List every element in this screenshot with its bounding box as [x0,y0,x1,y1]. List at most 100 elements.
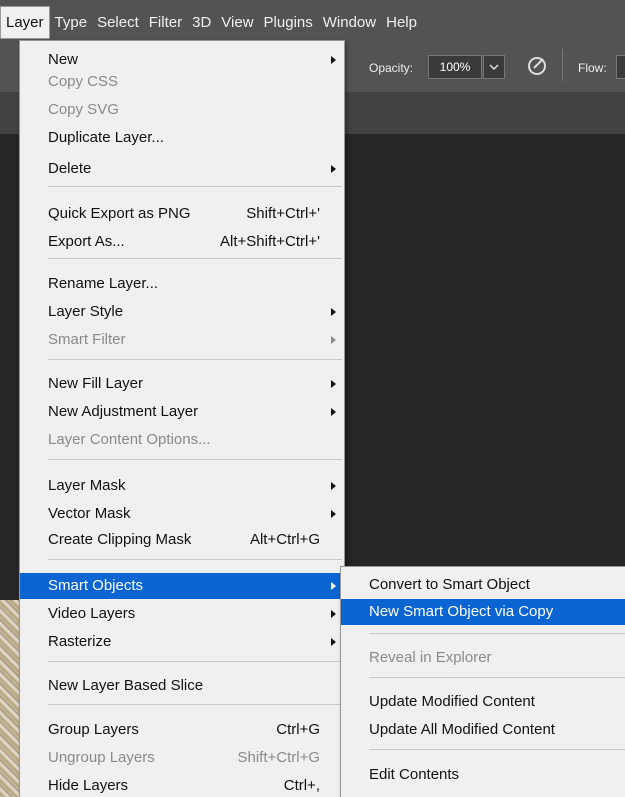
menu-item-video-layers[interactable]: Video Layers [20,601,344,627]
menu-item-shortcut: Shift+Ctrl+' [246,205,320,222]
menu-item-label: Smart Objects [48,577,144,594]
menu-item-create-clipping-mask[interactable]: Create Clipping Mask Alt+Ctrl+G [20,527,344,553]
menu-item-label: Smart Filter [48,331,126,348]
submenu-arrow-icon [331,582,336,590]
menu-item-label: Layer Mask [48,477,126,494]
menu-item-shortcut: Alt+Shift+Ctrl+' [220,233,320,250]
submenu-arrow-icon [331,308,336,316]
menu-item-label: Convert to Smart Object [369,576,530,593]
menu-3d[interactable]: 3D [187,6,216,39]
menu-select[interactable]: Select [92,6,144,39]
menu-item-smart-objects[interactable]: Smart Objects [20,573,344,599]
menu-item-label: Rename Layer... [48,275,159,292]
menu-separator [48,359,342,360]
submenu-arrow-icon [331,510,336,518]
menu-item-export-as[interactable]: Export As... Alt+Shift+Ctrl+' [20,229,344,255]
submenu-arrow-icon [331,610,336,618]
menu-item-layer-content-options: Layer Content Options... [20,427,344,453]
menu-bar: Layer Type Select Filter 3D View Plugins… [0,6,625,39]
menu-item-new-fill-layer[interactable]: New Fill Layer [20,371,344,397]
photoshop-window: Layer Type Select Filter 3D View Plugins… [0,0,625,797]
menu-item-edit-contents[interactable]: Edit Contents [341,762,625,788]
menu-separator [369,749,625,750]
menu-separator [48,559,342,560]
submenu-arrow-icon [331,408,336,416]
menu-item-layer-style[interactable]: Layer Style [20,299,344,325]
menu-item-new-adjustment-layer[interactable]: New Adjustment Layer [20,399,344,425]
menu-item-label: New Fill Layer [48,375,144,392]
menu-item-shortcut: Shift+Ctrl+G [237,749,320,766]
chevron-down-icon [489,64,499,71]
opacity-dropdown-button[interactable] [483,55,505,79]
menu-item-shortcut: Ctrl+G [276,721,320,738]
opacity-label: Opacity: [369,61,414,75]
menu-item-new-layer-based-slice[interactable]: New Layer Based Slice [20,673,344,699]
menu-item-label: Vector Mask [48,505,131,522]
menu-window[interactable]: Window [318,6,381,39]
menu-separator [48,459,342,460]
menu-item-label: Update All Modified Content [369,721,555,738]
menu-item-label: Copy CSS [48,73,119,90]
menu-item-convert-to-smart-object[interactable]: Convert to Smart Object [341,572,625,598]
menu-type[interactable]: Type [50,6,93,39]
menu-item-duplicate-layer[interactable]: Duplicate Layer... [20,125,344,151]
pressure-opacity-icon[interactable] [524,53,550,79]
menu-item-shortcut: Alt+Ctrl+G [249,531,320,548]
menu-item-label: New Layer Based Slice [48,677,204,694]
submenu-arrow-icon [331,56,336,64]
menu-item-delete[interactable]: Delete [20,156,344,182]
opacity-input[interactable]: 100% [428,55,482,79]
menu-item-copy-css: Copy CSS [20,69,344,95]
menu-item-label: New Smart Object via Copy [369,603,554,620]
menu-item-copy-svg: Copy SVG [20,97,344,123]
menu-item-ungroup-layers: Ungroup Layers Shift+Ctrl+G [20,745,344,771]
menu-item-update-modified-content[interactable]: Update Modified Content [341,689,625,715]
menu-item-label: Edit Contents [369,766,460,783]
menu-item-label: Quick Export as PNG [48,205,191,222]
menu-item-group-layers[interactable]: Group Layers Ctrl+G [20,717,344,743]
menu-item-label: Group Layers [48,721,139,738]
menu-item-label: Delete [48,160,92,177]
menu-item-label: Video Layers [48,605,136,622]
menu-item-label: Duplicate Layer... [48,129,164,146]
menu-item-update-all-modified-content[interactable]: Update All Modified Content [341,717,625,743]
flow-input[interactable] [616,55,625,79]
menu-item-layer-mask[interactable]: Layer Mask [20,473,344,499]
menu-item-vector-mask[interactable]: Vector Mask [20,501,344,527]
submenu-arrow-icon [331,482,336,490]
menu-item-label: Copy SVG [48,101,119,118]
smart-objects-submenu: Convert to Smart Object New Smart Object … [340,566,625,797]
menu-layer[interactable]: Layer [0,6,50,39]
menu-item-label: Export As... [48,233,125,250]
menu-plugins[interactable]: Plugins [259,6,318,39]
menu-item-label: New Adjustment Layer [48,403,199,420]
menu-separator [48,661,342,662]
menu-separator [48,186,342,187]
menu-item-new-smart-object-via-copy[interactable]: New Smart Object via Copy [341,599,625,625]
menu-item-reveal-in-explorer: Reveal in Explorer [341,645,625,671]
submenu-arrow-icon [331,638,336,646]
menu-separator [369,633,625,634]
menu-item-label: Hide Layers [48,777,129,794]
submenu-arrow-icon [331,380,336,388]
menu-item-label: Rasterize [48,633,112,650]
menu-item-quick-export-as-png[interactable]: Quick Export as PNG Shift+Ctrl+' [20,201,344,227]
menu-item-hide-layers[interactable]: Hide Layers Ctrl+, [20,773,344,797]
menu-item-label: Layer Content Options... [48,431,211,448]
flow-label: Flow: [578,61,607,75]
menu-separator [48,258,342,259]
submenu-arrow-icon [331,336,336,344]
menu-item-rename-layer[interactable]: Rename Layer... [20,271,344,297]
menu-filter[interactable]: Filter [144,6,187,39]
menu-help[interactable]: Help [381,6,422,39]
menu-view[interactable]: View [216,6,258,39]
menu-item-label: Ungroup Layers [48,749,155,766]
submenu-arrow-icon [331,165,336,173]
menu-item-label: Update Modified Content [369,693,535,710]
layer-menu-dropdown: New Copy CSS Copy SVG Duplicate Layer... Del… [19,40,345,797]
menu-separator [369,677,625,678]
menu-item-label: Layer Style [48,303,124,320]
menu-separator [48,704,342,705]
menu-item-shortcut: Ctrl+, [283,777,320,794]
menu-item-rasterize[interactable]: Rasterize [20,629,344,655]
